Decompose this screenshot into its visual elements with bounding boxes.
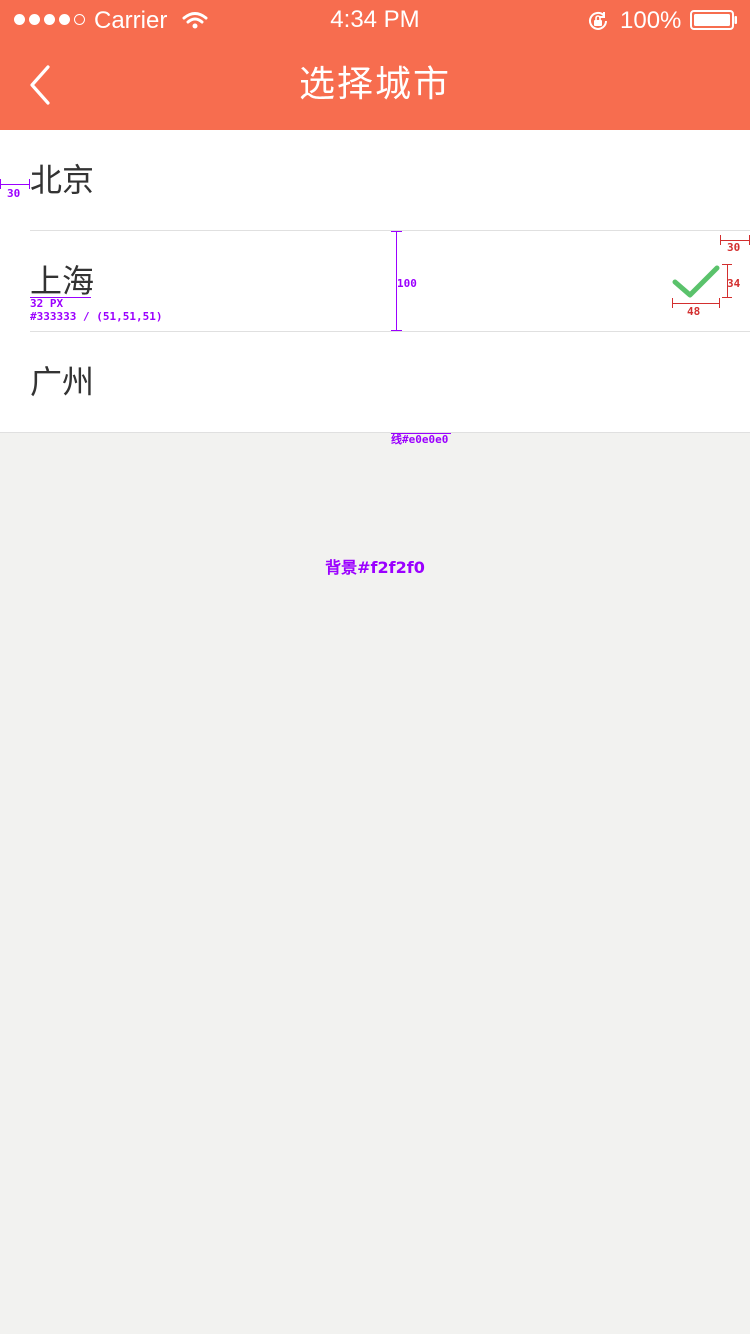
left-margin-tick <box>0 179 1 189</box>
check-width-tick <box>672 298 673 308</box>
rotation-lock-icon <box>589 11 607 30</box>
city-name: 北京 <box>30 161 95 199</box>
battery-percent: 100% <box>620 7 682 34</box>
city-list: 北京 上海 广州 <box>0 130 750 433</box>
check-width-annotation: 48 <box>687 305 701 318</box>
city-row-beijing[interactable]: 北京 <box>0 130 750 230</box>
check-height-annotation: 34 <box>727 277 741 290</box>
page-title: 选择城市 <box>298 64 451 105</box>
city-name: 上海 <box>30 262 95 300</box>
check-height-tick <box>722 264 732 265</box>
background-color-annotation: 背景#f2f2f0 <box>325 558 425 577</box>
city-row-guangzhou[interactable]: 广州 <box>0 332 750 432</box>
status-bar: Carrier 4:34 PM 100% <box>0 0 750 40</box>
text-color-annotation: #333333 / (51,51,51) <box>30 310 163 323</box>
row-height-tick <box>391 231 402 232</box>
check-height-tick <box>722 297 732 298</box>
row-height-annotation: 100 <box>397 277 417 290</box>
left-margin-tick <box>29 179 30 189</box>
check-width-guide <box>672 303 720 304</box>
city-picker-screen: Carrier 4:34 PM 100% 选择城市 北京 上海 广州 30 10… <box>0 0 750 1334</box>
battery-icon <box>690 10 737 30</box>
top-bar: Carrier 4:34 PM 100% 选择城市 <box>0 0 750 130</box>
check-width-tick <box>719 298 720 308</box>
checkmark-icon <box>672 265 720 298</box>
right-margin-annotation: 30 <box>727 241 741 254</box>
row-height-tick <box>391 330 402 331</box>
right-margin-tick <box>720 235 721 245</box>
divider-color-annotation: 线#e0e0e0 <box>391 433 449 446</box>
city-name: 广州 <box>30 363 95 401</box>
left-margin-guide <box>0 184 30 185</box>
left-margin-annotation: 30 <box>7 187 21 200</box>
list-bottom-divider <box>0 432 750 433</box>
text-size-annotation: 32 PX <box>30 297 64 310</box>
navigation-bar: 选择城市 <box>0 40 750 130</box>
